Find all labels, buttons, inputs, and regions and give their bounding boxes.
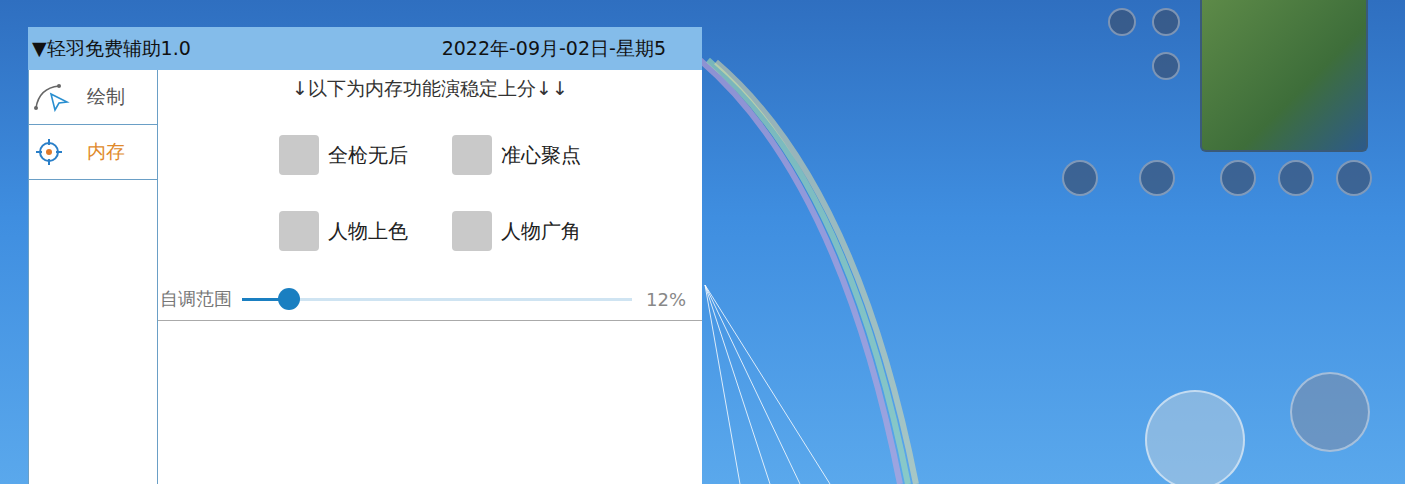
- game-screen: ▼轻羽免费辅助1.0 2022年-09月-02日-星期5 绘制 内存 ↓以下为内…: [0, 0, 1405, 484]
- slider-thumb[interactable]: [278, 288, 300, 310]
- menu-header[interactable]: ▼轻羽免费辅助1.0 2022年-09月-02日-星期5: [28, 27, 702, 70]
- exit-icon[interactable]: [1108, 8, 1136, 36]
- joystick[interactable]: [1145, 390, 1245, 484]
- action-icon[interactable]: [1220, 160, 1256, 196]
- range-slider-row: 自调范围 12%: [158, 284, 702, 321]
- slider-label: 自调范围: [160, 287, 232, 311]
- menu-date: 2022年-09月-02日-星期5: [442, 36, 666, 62]
- sidebar-item[interactable]: 内存: [29, 125, 157, 180]
- sidebar-label: 绘制: [87, 84, 125, 110]
- menu-title: ▼轻羽免费辅助1.0: [32, 36, 191, 62]
- speaker-icon[interactable]: [1152, 8, 1180, 36]
- checkbox[interactable]: [279, 135, 319, 175]
- checkbox[interactable]: [452, 211, 492, 251]
- minimap[interactable]: [1200, 0, 1368, 152]
- toggle-label: 人物广角: [501, 218, 581, 245]
- sidebar-label: 内存: [87, 139, 125, 165]
- cheat-menu: ▼轻羽免费辅助1.0 2022年-09月-02日-星期5 绘制 内存 ↓以下为内…: [28, 27, 702, 484]
- mic-icon[interactable]: [1152, 52, 1180, 80]
- slider-reading: 12%: [646, 289, 686, 310]
- sidebar-item[interactable]: 绘制: [29, 70, 157, 125]
- memory-panel: ↓以下为内存功能演稳定上分↓↓ 全枪无后 准心聚点 人物上色 人物广角 自调范围…: [158, 70, 702, 484]
- toggle-grid: 全枪无后 准心聚点 人物上色 人物广角: [158, 135, 702, 251]
- draw-icon: [33, 82, 73, 112]
- feature-toggle[interactable]: 人物上色: [279, 211, 408, 251]
- sidebar: 绘制 内存: [28, 70, 158, 484]
- feature-toggle[interactable]: 全枪无后: [279, 135, 408, 175]
- toggle-label: 准心聚点: [501, 142, 581, 169]
- marker-icon[interactable]: [1139, 160, 1175, 196]
- section-heading: ↓以下为内存功能演稳定上分↓↓: [158, 70, 702, 102]
- jump-button[interactable]: [1290, 372, 1370, 452]
- crosshair-icon: [33, 137, 73, 167]
- location-icon[interactable]: [1062, 160, 1098, 196]
- feature-toggle[interactable]: 人物广角: [452, 211, 581, 251]
- toggle-label: 人物上色: [328, 218, 408, 245]
- emote-icon[interactable]: [1278, 160, 1314, 196]
- slider-track[interactable]: [242, 298, 632, 301]
- checkbox[interactable]: [452, 135, 492, 175]
- checkbox[interactable]: [279, 211, 319, 251]
- chat-icon[interactable]: [1336, 160, 1372, 196]
- toggle-label: 全枪无后: [328, 142, 408, 169]
- feature-toggle[interactable]: 准心聚点: [452, 135, 581, 175]
